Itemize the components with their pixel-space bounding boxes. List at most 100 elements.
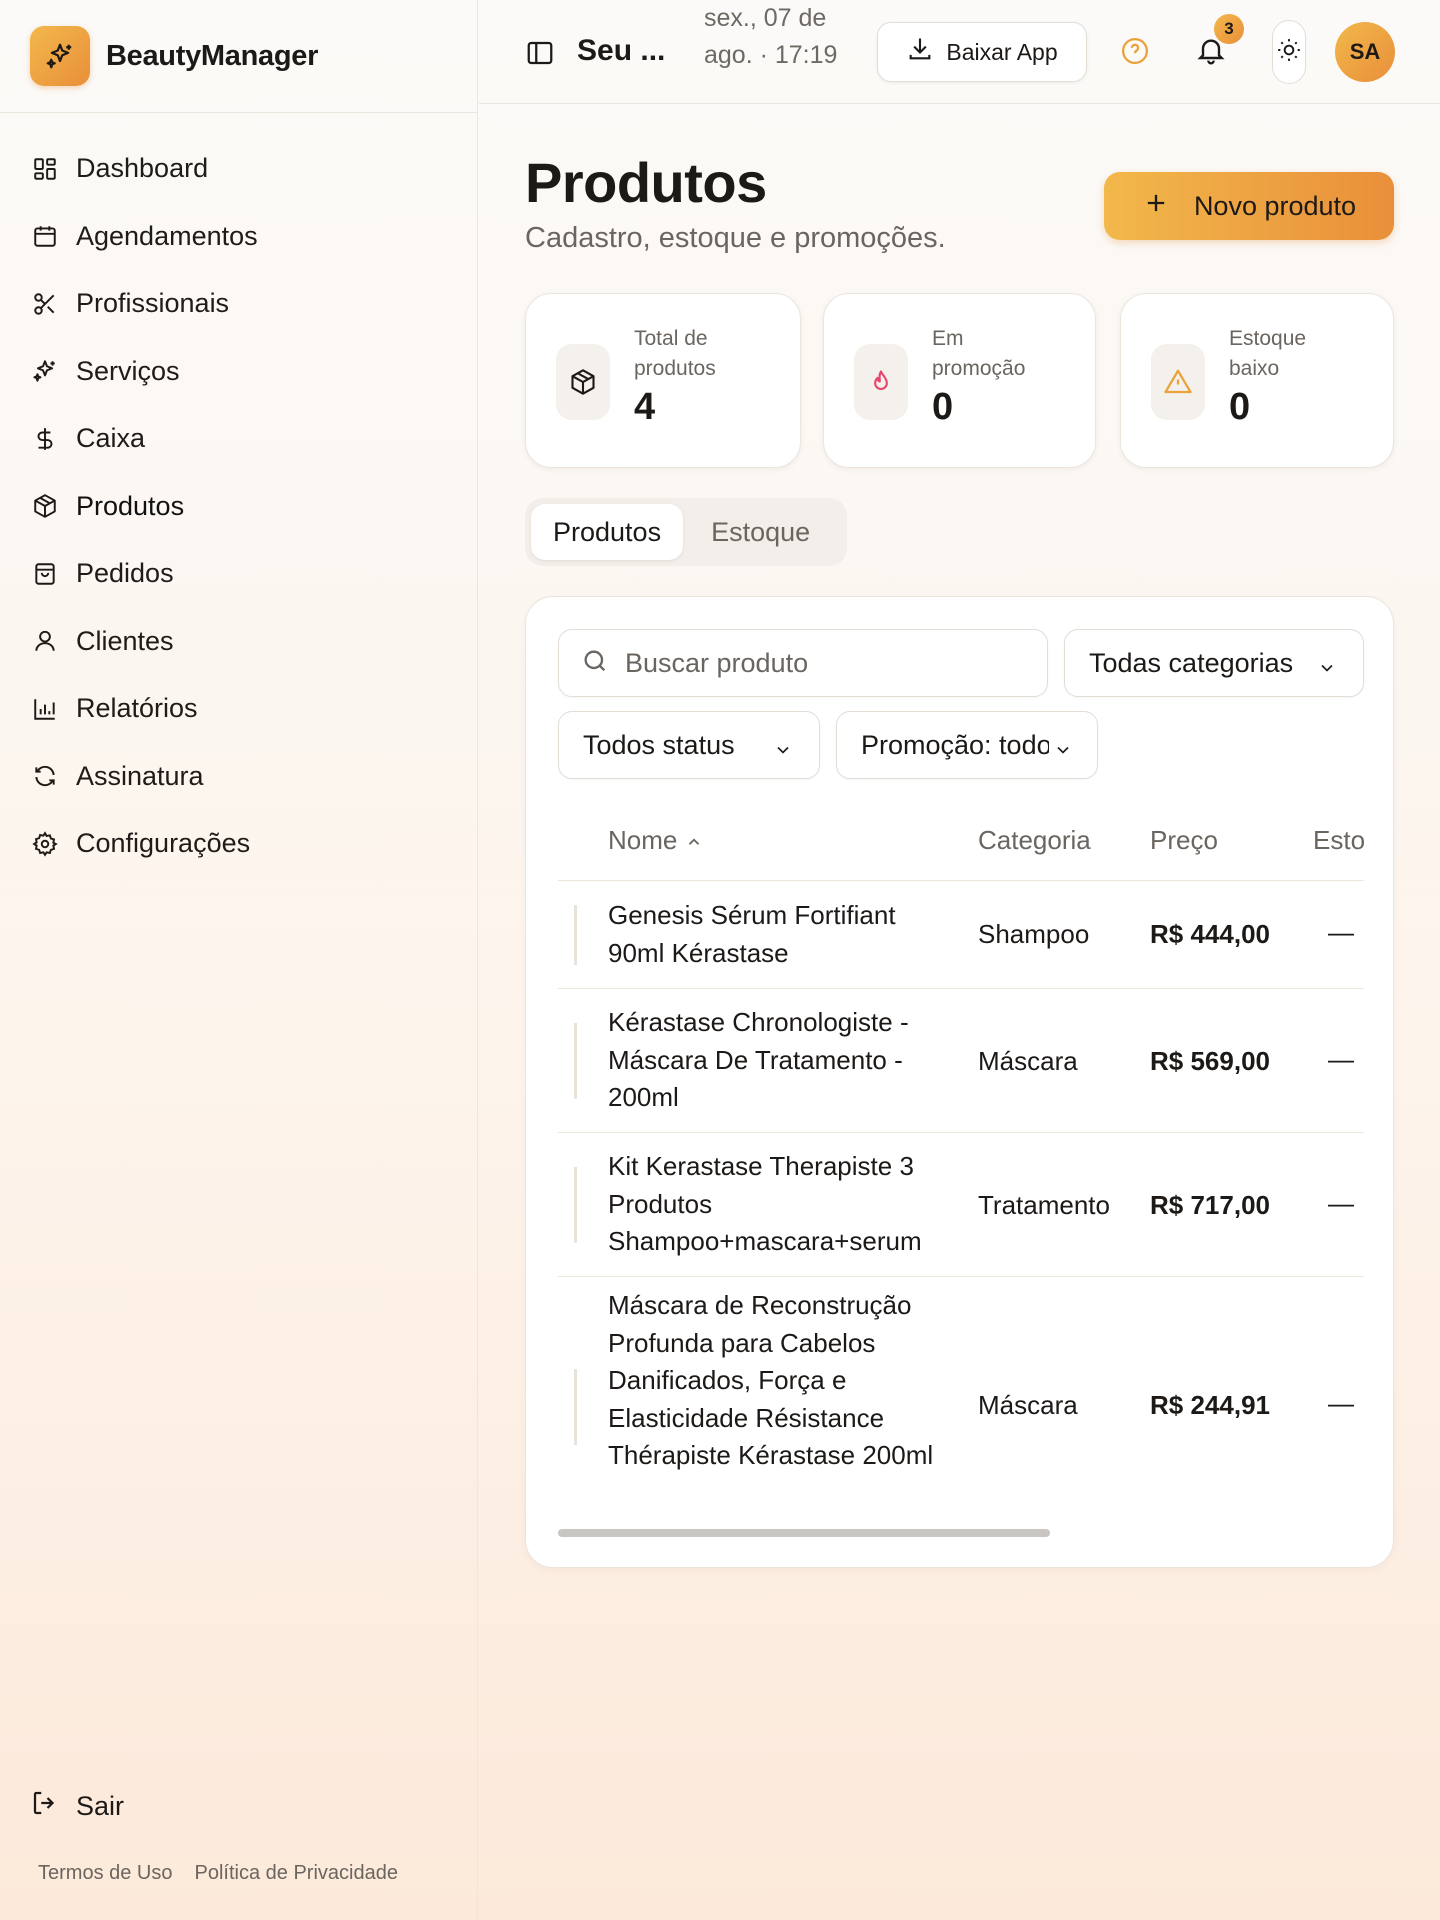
product-category: Shampoo [978,919,1090,949]
category-select[interactable]: Todas categorias [1064,629,1364,697]
notification-badge: 3 [1214,14,1244,44]
sort-asc-icon [688,838,699,846]
sidebar-toggle-icon[interactable] [525,38,555,73]
sidebar-item-label: Serviços [76,355,180,386]
column-header-price[interactable]: Preço [1150,825,1218,856]
logout-icon [30,1788,60,1825]
sparkles-logo-icon [30,26,90,86]
sidebar-item-dashboard[interactable]: Dashboard [0,135,477,203]
new-product-label: Novo produto [1193,190,1357,221]
product-name: Kit Kerastase Therapiste 3 Produtos Sham… [608,1151,922,1256]
dollar-icon [30,424,60,454]
product-price: R$ 244,91 [1150,1390,1270,1420]
category-select-value: Todas categorias [1089,647,1294,678]
refresh-icon [30,761,60,791]
package-icon [556,344,610,420]
product-name: Genesis Sérum Fortifiant 90ml Kérastase [608,900,896,968]
sidebar-item-servicos[interactable]: Serviços [0,338,477,406]
row-indicator [574,905,577,965]
scissors-icon [30,289,60,319]
calendar-icon [30,221,60,251]
sidebar-item-relatorios[interactable]: Relatórios [0,675,477,743]
tab-estoque[interactable]: Estoque [689,504,832,560]
product-stock: — [1328,1188,1354,1218]
avatar[interactable]: SA [1335,22,1395,82]
new-product-button[interactable]: Novo produto [1104,172,1394,240]
chevron-down-icon [1053,736,1073,767]
logout-label: Sair [76,1791,125,1821]
user-icon [30,626,60,656]
table-row[interactable]: Kit Kerastase Therapiste 3 Produtos Sham… [558,1133,1364,1277]
sidebar-item-label: Agendamentos [76,220,258,251]
app-root: BeautyManager Dashboard Agendamentos Pro… [0,0,1440,1920]
stat-value: 4 [634,386,656,428]
status-select[interactable]: Todos status [558,711,820,779]
sidebar-item-produtos[interactable]: Produtos [0,473,477,541]
column-header-name[interactable]: Nome [608,825,703,856]
product-category: Máscara [978,1046,1078,1076]
row-indicator [574,1167,577,1243]
sidebar-item-label: Configurações [76,828,251,859]
sparkles-icon [30,356,60,386]
product-price: R$ 444,00 [1150,919,1270,949]
promotion-select[interactable]: Promoção: todos [836,711,1098,779]
product-name: Máscara de Reconstrução Profunda para Ca… [608,1290,934,1470]
stat-label: Total de produtos [634,327,716,380]
product-price: R$ 569,00 [1150,1046,1270,1076]
theme-toggle-button[interactable] [1272,20,1306,84]
sidebar-item-label: Assinatura [76,760,204,791]
column-header-category[interactable]: Categoria [978,825,1091,856]
horizontal-scrollbar[interactable] [558,1529,1050,1537]
download-app-label: Baixar App [946,38,1058,65]
column-header-stock[interactable]: Esto [1313,825,1365,856]
sidebar-item-label: Clientes [76,625,174,656]
product-stock: — [1328,1388,1354,1418]
row-indicator [574,1369,577,1445]
stat-value: 0 [1229,386,1251,428]
search-field[interactable] [558,629,1048,697]
sidebar-item-label: Relatórios [76,693,198,724]
sidebar-item-pedidos[interactable]: Pedidos [0,540,477,608]
sidebar-item-label: Dashboard [76,153,209,184]
search-input[interactable] [625,647,1025,679]
logout-button[interactable]: Sair [30,1788,124,1825]
chart-icon [30,694,60,724]
row-indicator [574,1023,577,1099]
help-icon[interactable] [1120,36,1150,71]
terms-link[interactable]: Termos de Uso [38,1862,173,1885]
sidebar-item-caixa[interactable]: Caixa [0,405,477,473]
sidebar-item-assinatura[interactable]: Assinatura [0,743,477,811]
brand-name: BeautyManager [106,39,319,72]
product-stock: — [1328,1044,1354,1074]
tab-produtos[interactable]: Produtos [531,504,684,560]
page-title: Produtos [525,151,767,214]
table-row[interactable]: Genesis Sérum Fortifiant 90ml Kérastase … [558,881,1364,989]
chevron-down-icon [1317,654,1337,685]
table-header: Nome Categoria Preço Esto [558,797,1365,881]
chevron-down-icon [773,736,793,767]
dashboard-icon [30,154,60,184]
stat-card-total: Total de produtos 4 [525,293,801,468]
sidebar-item-profissionais[interactable]: Profissionais [0,270,477,338]
status-select-value: Todos status [583,729,735,760]
table-row[interactable]: Máscara de Reconstrução Profunda para Ca… [558,1277,1364,1521]
sidebar-item-agendamentos[interactable]: Agendamentos [0,203,477,271]
table-row[interactable]: Kérastase Chronologiste - Máscara De Tra… [558,989,1364,1133]
page-subtitle: Cadastro, estoque e promoções. [525,222,946,254]
promotion-select-value: Promoção: todos [861,729,1049,760]
products-card: Todas categorias Todos status Promoção: … [525,596,1394,1568]
download-app-button[interactable]: Baixar App [877,22,1087,82]
sidebar-item-label: Produtos [76,490,185,521]
products-table: Nome Categoria Preço Esto Genesis Sérum … [558,797,1365,1521]
package-icon [30,491,60,521]
brand[interactable]: BeautyManager [0,0,477,113]
sun-icon [1276,37,1302,68]
product-category: Máscara [978,1390,1078,1420]
search-icon [581,647,609,680]
shopping-bag-icon [30,559,60,589]
download-icon [906,35,934,69]
date-time: sex., 07 de ago. · 17:19 [704,4,838,69]
sidebar-item-configuracoes[interactable]: Configurações [0,810,477,878]
privacy-link[interactable]: Política de Privacidade [195,1862,398,1885]
sidebar-item-clientes[interactable]: Clientes [0,608,477,676]
